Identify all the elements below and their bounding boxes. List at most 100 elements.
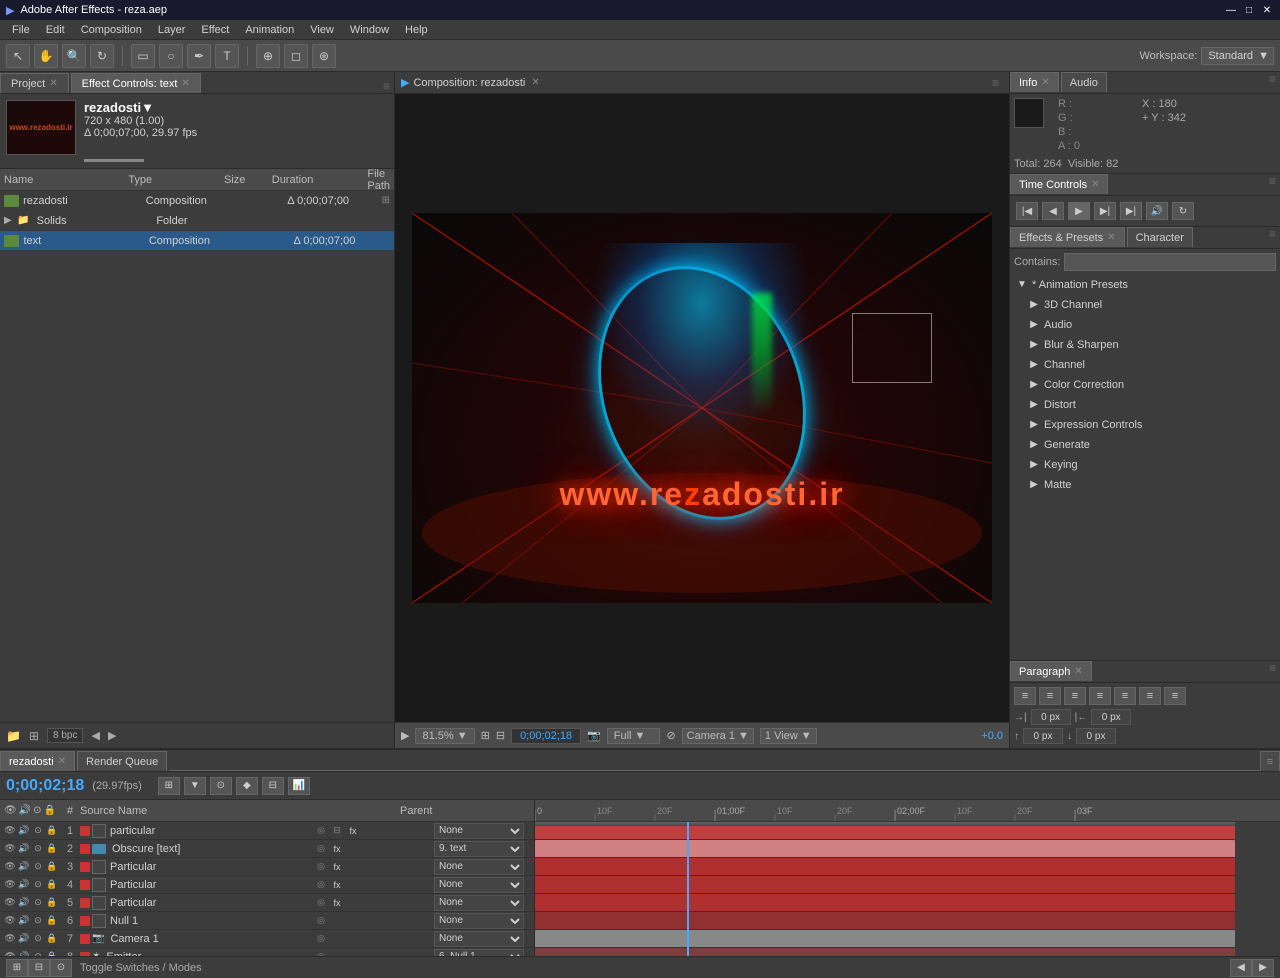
tool-ellipse[interactable]: ○ (159, 44, 183, 68)
timeline-panel-grip[interactable]: ≡ (1260, 751, 1280, 771)
justify-left-btn[interactable]: ≡ (1089, 687, 1111, 705)
tl-new-comp[interactable]: ⊞ (158, 777, 180, 795)
info-panel-grip[interactable]: ≡ (1265, 72, 1280, 93)
timeline-current-time[interactable]: 0;00;02;18 (6, 777, 84, 795)
effects-item-3d-channel[interactable]: ▶ 3D Channel (1010, 295, 1280, 315)
tool-hand[interactable]: ✋ (34, 44, 58, 68)
eye-icon[interactable]: 👁 (4, 933, 16, 945)
effects-item-expression-controls[interactable]: ▶ Expression Controls (1010, 415, 1280, 435)
composition-tab-label[interactable]: Composition: rezadosti (413, 77, 525, 89)
tab-paragraph[interactable]: Paragraph ✕ (1010, 661, 1092, 681)
item-action-icon[interactable]: ⊞ (382, 195, 390, 206)
table-row[interactable]: 👁 🔊 ⊙ 🔒 4 Particular ◎ fx None (0, 876, 534, 894)
eye-icon[interactable]: 👁 (4, 861, 16, 873)
lock-icon[interactable]: 🔒 (46, 861, 58, 873)
prev-frame-tl[interactable]: ◀ (1230, 959, 1252, 977)
lock-icon[interactable]: 🔒 (46, 933, 58, 945)
resolution-selector[interactable]: Full ▼ (607, 728, 661, 744)
solo-icon[interactable]: ⊙ (32, 843, 44, 855)
tl-render[interactable]: ▼ (184, 777, 206, 795)
audio-icon[interactable]: 🔊 (18, 861, 30, 873)
solo-icon[interactable]: ⊙ (32, 897, 44, 909)
audio-icon[interactable]: 🔊 (18, 879, 30, 891)
workspace-selector[interactable]: Standard ▼ (1201, 47, 1274, 65)
parent-select[interactable]: None (434, 859, 524, 875)
layer-video-checkbox[interactable] (92, 860, 106, 874)
continuous-icon[interactable]: ⊟ (330, 824, 344, 838)
layer-parent-selector[interactable]: None (434, 877, 534, 893)
list-item[interactable]: ▶ 📁 Solids Folder (0, 211, 394, 231)
list-item[interactable]: text Composition Δ 0;00;07;00 (0, 231, 394, 251)
next-frame-icon[interactable]: ▶ (108, 729, 116, 742)
toggle-switches-label[interactable]: Toggle Switches / Modes (80, 962, 202, 974)
tool-rect[interactable]: ▭ (131, 44, 155, 68)
table-row[interactable]: 👁 🔊 ⊙ 🔒 5 Particular ◎ fx None (0, 894, 534, 912)
layer-parent-selector[interactable]: None (434, 931, 534, 947)
layer-video-checkbox[interactable] (92, 878, 106, 892)
layer-parent-selector[interactable]: 9. text (434, 841, 534, 857)
indent-left-input[interactable] (1031, 709, 1071, 725)
fx-icon[interactable]: fx (330, 860, 344, 874)
timeline-bar-layer-7[interactable] (535, 930, 1235, 948)
justify-all-btn[interactable]: ≡ (1164, 687, 1186, 705)
tab-character[interactable]: Character (1127, 227, 1193, 247)
shy-icon[interactable]: ◎ (314, 896, 328, 910)
timeline-bar-layer-6[interactable] (535, 912, 1235, 930)
tab-render-queue[interactable]: Render Queue (77, 751, 167, 771)
tab-effects-presets[interactable]: Effects & Presets ✕ (1010, 227, 1125, 247)
tab-timeline-rezadosti[interactable]: rezadosti ✕ (0, 751, 75, 771)
effects-item-generate[interactable]: ▶ Generate (1010, 435, 1280, 455)
lock-icon[interactable]: 🔒 (46, 843, 58, 855)
solo-icon[interactable]: ⊙ (32, 879, 44, 891)
tool-pen[interactable]: ✒ (187, 44, 211, 68)
tc-grip[interactable]: ≡ (1265, 174, 1280, 195)
new-composition-icon[interactable]: ⊞ (29, 729, 39, 743)
menu-window[interactable]: Window (342, 22, 397, 38)
timeline-bar-layer-2[interactable] (535, 840, 1235, 858)
space-after-input[interactable] (1076, 728, 1116, 744)
timeline-bar-layer-4[interactable] (535, 876, 1235, 894)
tab-audio[interactable]: Audio (1061, 72, 1107, 92)
tl-search[interactable]: ⊟ (262, 777, 284, 795)
comp-controls-icon[interactable]: ▶ (401, 729, 409, 742)
timeline-bar-layer-5[interactable] (535, 894, 1235, 912)
tool-clone[interactable]: ⊕ (256, 44, 280, 68)
indent-right-input[interactable] (1091, 709, 1131, 725)
duplicate-btn[interactable]: ⊟ (28, 959, 50, 977)
info-tab-close[interactable]: ✕ (1041, 77, 1049, 88)
layer-parent-selector[interactable]: None (434, 859, 534, 875)
timeline-tab-close[interactable]: ✕ (58, 756, 66, 767)
solo-icon[interactable]: ⊙ (32, 915, 44, 927)
effects-grip[interactable]: ≡ (1265, 227, 1280, 248)
fx-icon[interactable]: fx (346, 824, 360, 838)
fx-icon[interactable]: fx (330, 896, 344, 910)
tl-markers[interactable]: ◆ (236, 777, 258, 795)
lock-icon[interactable]: 🔒 (46, 825, 58, 837)
table-row[interactable]: 👁 🔊 ⊙ 🔒 8 ✶ Emitter ◎ 6. Null 1 (0, 948, 534, 956)
parent-select[interactable]: None (434, 895, 524, 911)
shy-icon[interactable]: ◎ (314, 824, 328, 838)
audio-icon[interactable]: 🔊 (18, 897, 30, 909)
fit-icon[interactable]: ⊞ (481, 729, 490, 742)
tc-audio-toggle[interactable]: 🔊 (1146, 202, 1168, 220)
layer-video-checkbox[interactable] (92, 896, 106, 910)
table-row[interactable]: 👁 🔊 ⊙ 🔒 1 particular ◎ ⊟ fx None (0, 822, 534, 840)
effects-item-blur-sharpen[interactable]: ▶ Blur & Sharpen (1010, 335, 1280, 355)
parent-select[interactable]: None (434, 913, 524, 929)
solo-btn[interactable]: ⊙ (50, 959, 72, 977)
layer-parent-selector[interactable]: 6. Null 1 (434, 949, 534, 957)
menu-edit[interactable]: Edit (38, 22, 73, 38)
parent-select[interactable]: 9. text (434, 841, 524, 857)
audio-icon[interactable]: 🔊 (18, 825, 30, 837)
shy-icon[interactable]: ◎ (314, 860, 328, 874)
paragraph-tab-close[interactable]: ✕ (1074, 666, 1082, 677)
solo-icon[interactable]: ⊙ (32, 825, 44, 837)
effects-item-audio[interactable]: ▶ Audio (1010, 315, 1280, 335)
tool-puppet[interactable]: ⊛ (312, 44, 336, 68)
comp-panel-grip[interactable]: ≡ (988, 76, 1003, 90)
parent-select[interactable]: None (434, 823, 524, 839)
layer-video-checkbox[interactable] (92, 914, 106, 928)
tl-graph[interactable]: 📊 (288, 777, 310, 795)
parent-select[interactable]: 6. Null 1 (434, 949, 524, 957)
minimize-button[interactable]: — (1224, 3, 1238, 17)
